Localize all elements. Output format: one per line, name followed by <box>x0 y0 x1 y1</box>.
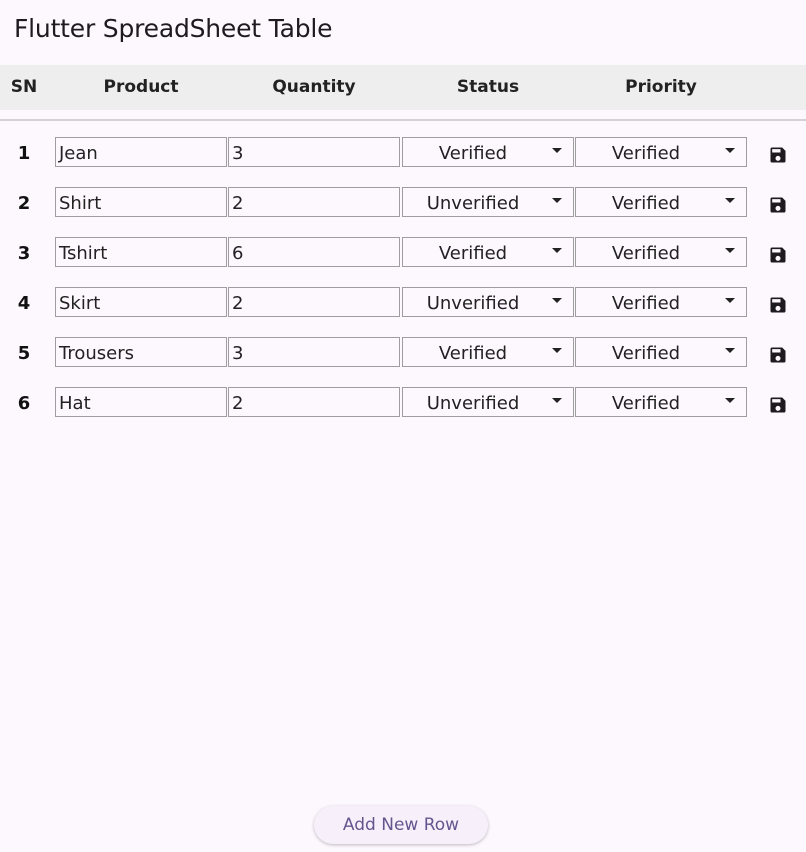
row-sn: 3 <box>17 243 31 264</box>
header-status: Status <box>456 77 520 97</box>
quantity-input[interactable]: 3 <box>228 337 400 367</box>
quantity-input[interactable]: 2 <box>228 287 400 317</box>
priority-value: Verified <box>611 293 681 314</box>
status-value: Unverified <box>426 293 520 314</box>
table-row: 4 Skirt 2 Unverified Verified <box>0 287 806 319</box>
priority-dropdown[interactable]: Verified <box>575 137 747 167</box>
status-dropdown[interactable]: Unverified <box>402 387 574 417</box>
status-dropdown[interactable]: Unverified <box>402 287 574 317</box>
dropdown-arrow-icon <box>552 148 562 153</box>
row-sn: 4 <box>17 293 31 314</box>
dropdown-arrow-icon <box>725 298 735 303</box>
quantity-input[interactable]: 6 <box>228 237 400 267</box>
header-quantity: Quantity <box>272 77 356 97</box>
dropdown-arrow-icon <box>725 398 735 403</box>
page-title: Flutter SpreadSheet Table <box>14 14 333 43</box>
row-sn: 1 <box>17 143 31 164</box>
status-value: Unverified <box>426 393 520 414</box>
table-row: 1 Jean 3 Verified Verified <box>0 137 806 169</box>
dropdown-arrow-icon <box>725 248 735 253</box>
dropdown-arrow-icon <box>552 198 562 203</box>
priority-value: Verified <box>611 393 681 414</box>
table-row: 2 Shirt 2 Unverified Verified <box>0 187 806 219</box>
dropdown-arrow-icon <box>725 348 735 353</box>
priority-dropdown[interactable]: Verified <box>575 237 747 267</box>
quantity-input[interactable]: 2 <box>228 387 400 417</box>
save-icon[interactable] <box>768 345 788 365</box>
dropdown-arrow-icon <box>552 348 562 353</box>
row-sn: 5 <box>17 343 31 364</box>
row-sn: 6 <box>17 393 31 414</box>
save-icon[interactable] <box>768 245 788 265</box>
add-new-row-button[interactable]: Add New Row <box>314 806 488 844</box>
priority-dropdown[interactable]: Verified <box>575 287 747 317</box>
dropdown-arrow-icon <box>552 298 562 303</box>
product-input[interactable]: Trousers <box>55 337 227 367</box>
priority-value: Verified <box>611 193 681 214</box>
priority-value: Verified <box>611 243 681 264</box>
product-input[interactable]: Tshirt <box>55 237 227 267</box>
header-sn: SN <box>10 77 38 97</box>
product-input[interactable]: Jean <box>55 137 227 167</box>
product-input[interactable]: Skirt <box>55 287 227 317</box>
status-dropdown[interactable]: Verified <box>402 237 574 267</box>
dropdown-arrow-icon <box>725 148 735 153</box>
status-dropdown[interactable]: Verified <box>402 337 574 367</box>
table-row: 5 Trousers 3 Verified Verified <box>0 337 806 369</box>
row-sn: 2 <box>17 193 31 214</box>
priority-value: Verified <box>611 143 681 164</box>
status-value: Unverified <box>426 193 520 214</box>
table-row: 6 Hat 2 Unverified Verified <box>0 387 806 419</box>
quantity-input[interactable]: 2 <box>228 187 400 217</box>
header-priority: Priority <box>625 77 697 97</box>
save-icon[interactable] <box>768 145 788 165</box>
quantity-input[interactable]: 3 <box>228 137 400 167</box>
priority-dropdown[interactable]: Verified <box>575 337 747 367</box>
priority-value: Verified <box>611 343 681 364</box>
status-value: Verified <box>438 143 508 164</box>
table-header: SN Product Quantity Status Priority <box>0 65 806 110</box>
save-icon[interactable] <box>768 195 788 215</box>
status-dropdown[interactable]: Verified <box>402 137 574 167</box>
spreadsheet-app: Flutter SpreadSheet Table SN Product Qua… <box>0 0 806 852</box>
dropdown-arrow-icon <box>552 398 562 403</box>
product-input[interactable]: Hat <box>55 387 227 417</box>
priority-dropdown[interactable]: Verified <box>575 387 747 417</box>
status-dropdown[interactable]: Unverified <box>402 187 574 217</box>
status-value: Verified <box>438 343 508 364</box>
header-divider <box>0 119 806 121</box>
dropdown-arrow-icon <box>725 198 735 203</box>
save-icon[interactable] <box>768 395 788 415</box>
header-product: Product <box>103 77 179 97</box>
table-row: 3 Tshirt 6 Verified Verified <box>0 237 806 269</box>
dropdown-arrow-icon <box>552 248 562 253</box>
status-value: Verified <box>438 243 508 264</box>
priority-dropdown[interactable]: Verified <box>575 187 747 217</box>
product-input[interactable]: Shirt <box>55 187 227 217</box>
save-icon[interactable] <box>768 295 788 315</box>
